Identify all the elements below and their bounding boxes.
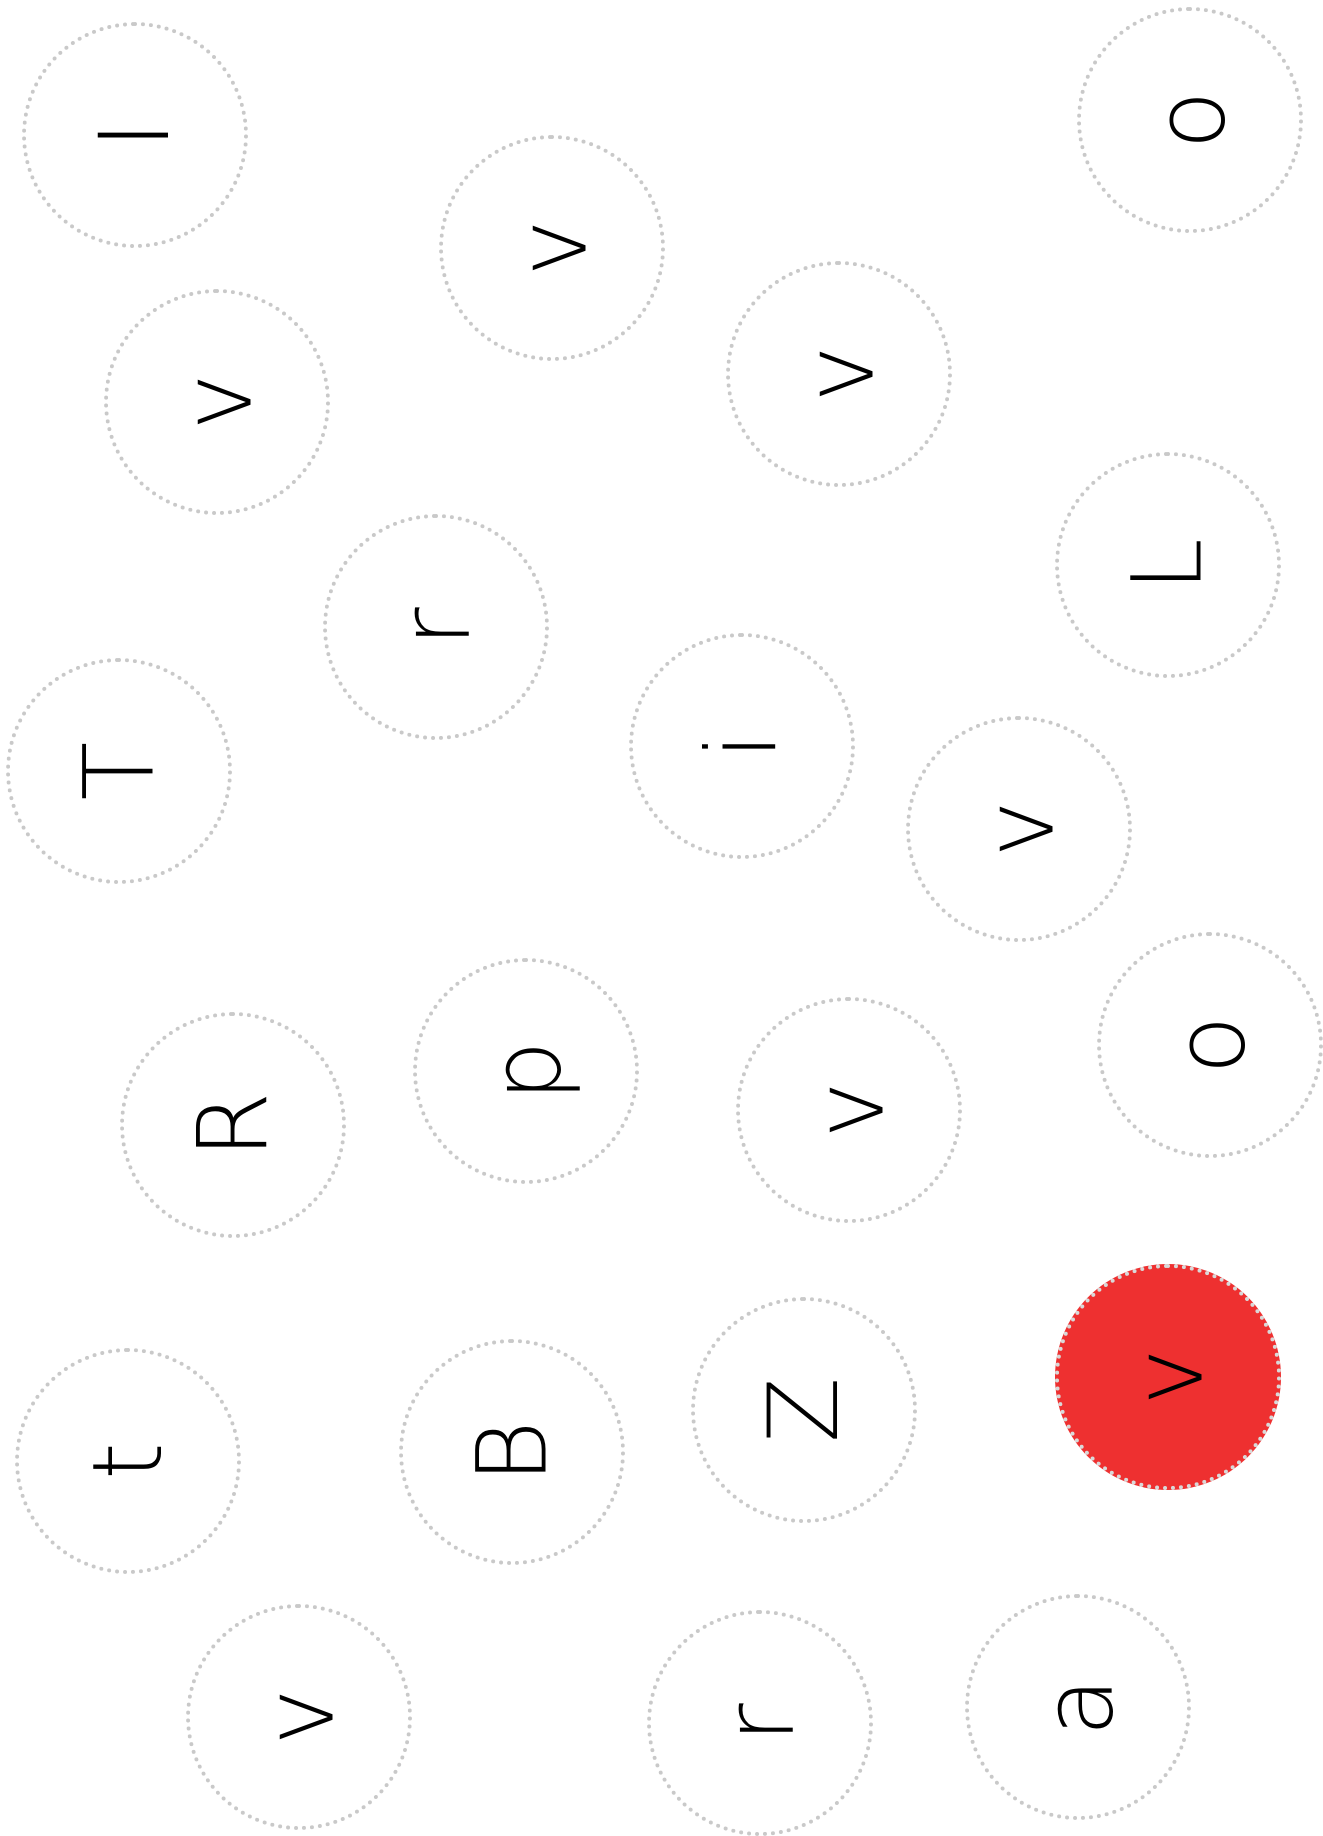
tile-letter: L: [1111, 538, 1224, 592]
letter-tile[interactable]: v: [439, 135, 665, 361]
tile-letter: r: [704, 1703, 816, 1743]
tile-letter: o: [1133, 90, 1246, 150]
tile-letter: t: [71, 1442, 184, 1480]
letter-tile[interactable]: i: [629, 633, 855, 859]
letter-tile[interactable]: o: [1077, 7, 1303, 233]
tile-letter: T: [62, 741, 175, 801]
tile-letter: B: [455, 1420, 568, 1484]
letter-tile-highlighted[interactable]: v: [1055, 1264, 1281, 1490]
letter-tile[interactable]: B: [399, 1339, 625, 1565]
tile-letter: r: [380, 607, 492, 647]
letter-tile[interactable]: L: [1055, 452, 1281, 678]
letter-tile[interactable]: a: [965, 1594, 1191, 1820]
tile-letter: v: [793, 1081, 905, 1139]
letter-tile[interactable]: v: [906, 716, 1132, 942]
letter-tile[interactable]: T: [6, 658, 232, 884]
letter-tile[interactable]: p: [413, 958, 639, 1184]
letter-tile[interactable]: v: [104, 289, 330, 515]
letter-tile[interactable]: t: [15, 1348, 241, 1574]
tile-letter: v: [1112, 1348, 1224, 1406]
letter-tile[interactable]: v: [186, 1604, 412, 1830]
tile-letter: v: [783, 345, 895, 403]
letter-tile[interactable]: I: [22, 22, 248, 248]
letter-tile[interactable]: R: [120, 1012, 346, 1238]
tile-letter: v: [963, 800, 1075, 858]
tile-letter: v: [496, 219, 608, 277]
tile-letter: a: [1021, 1677, 1134, 1737]
tile-letter: Z: [747, 1377, 860, 1443]
letter-tile[interactable]: r: [323, 514, 549, 740]
tile-letter: o: [1153, 1015, 1266, 1075]
letter-board: I o v v v L r T i v o p R v v t B Z v r …: [0, 0, 1323, 1836]
letter-tile[interactable]: Z: [691, 1297, 917, 1523]
letter-tile[interactable]: o: [1097, 932, 1323, 1158]
tile-letter: R: [176, 1091, 289, 1159]
letter-tile[interactable]: v: [726, 261, 952, 487]
tile-letter: v: [161, 373, 273, 431]
tile-letter: p: [470, 1040, 582, 1102]
letter-tile[interactable]: v: [736, 997, 962, 1223]
tile-letter: I: [79, 120, 191, 150]
tile-letter: i: [685, 732, 798, 760]
tile-letter: v: [243, 1688, 355, 1746]
letter-tile[interactable]: r: [647, 1610, 873, 1836]
